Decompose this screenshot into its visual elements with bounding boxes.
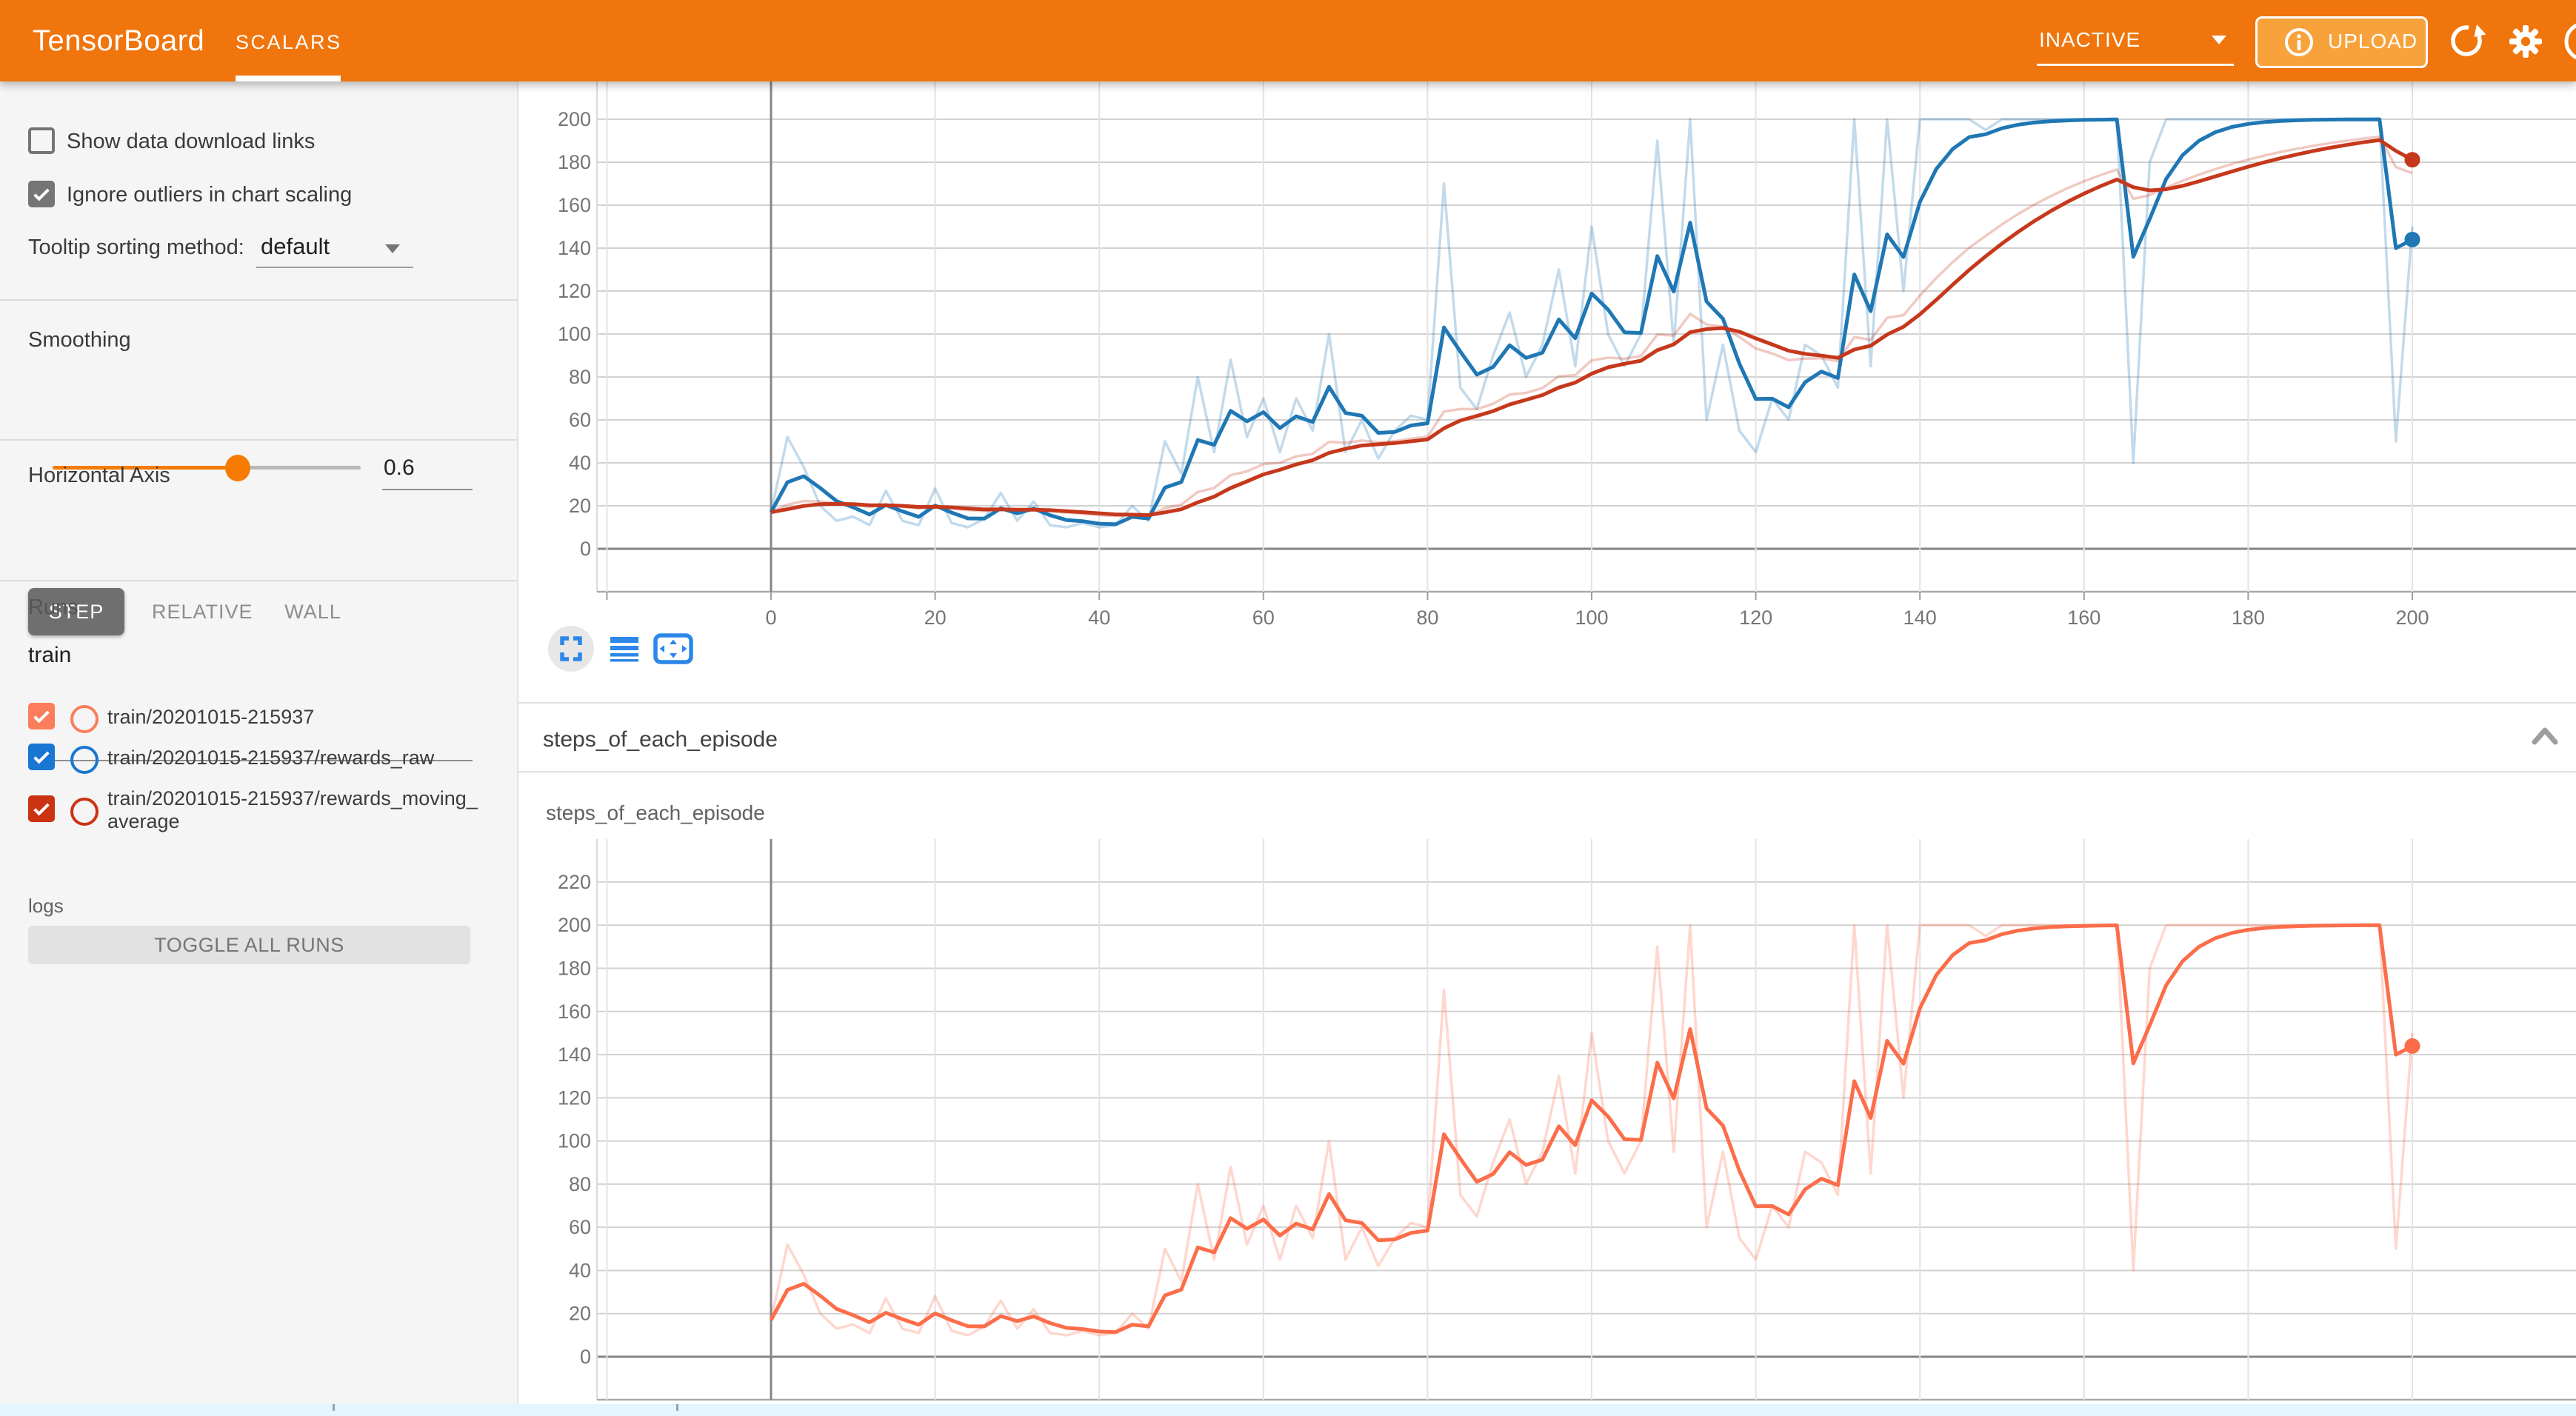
divider [0,439,517,441]
app-title: TensorBoard [33,0,204,81]
svg-text:120: 120 [558,280,591,302]
svg-text:220: 220 [558,871,591,893]
tooltip-sorting-select[interactable]: default [261,233,330,260]
select-underline [256,267,413,268]
svg-text:140: 140 [558,1043,591,1066]
svg-text:20: 20 [569,495,591,517]
refresh-icon[interactable] [2447,21,2486,60]
svg-text:40: 40 [569,1259,591,1281]
divider [0,299,517,301]
run-radio[interactable] [70,746,99,774]
upload-button-label: UPLOAD [2328,30,2417,53]
tooltip-sorting-label: Tooltip sorting method: [28,236,244,260]
divider [0,580,517,581]
svg-text:20: 20 [924,607,947,628]
svg-text:160: 160 [558,1001,591,1023]
svg-text:180: 180 [2232,607,2265,628]
show-download-links-label: Show data download links [67,130,315,154]
horizontal-axis-label: Horizontal Axis [28,464,170,488]
svg-text:200: 200 [558,108,591,130]
svg-text:60: 60 [1252,607,1275,628]
svg-text:120: 120 [1739,607,1772,628]
app-header: TensorBoard SCALARS INACTIVE UPLOAD [0,0,2576,81]
svg-text:40: 40 [569,452,591,474]
svg-text:140: 140 [1903,607,1937,628]
chart-card-title: steps_of_each_episode [546,801,765,825]
run-label: train/20201015-215937/rewards_moving_ave… [107,787,481,833]
svg-text:180: 180 [558,957,591,979]
smoothing-value-underline [382,489,473,490]
checkmark-icon [30,704,53,728]
checkmark-icon [30,182,53,206]
scalar-chart-rewards[interactable]: 0 20 40 60 80 100 120 140 160 180 200 0 20 40 60 80 100 1… [518,81,2576,628]
toggle-all-runs-button[interactable]: TOGGLE ALL RUNS [28,926,470,964]
svg-text:160: 160 [2067,607,2100,628]
settings-icon[interactable] [2507,23,2544,60]
checkmark-icon [30,745,53,769]
axis-option-relative[interactable]: RELATIVE [152,588,241,635]
runs-label: Runs [28,595,79,620]
tab-scalars[interactable]: SCALARS [236,0,341,81]
run-label: train/20201015-215937 [107,706,481,729]
tag-section-header[interactable]: steps_of_each_episode [518,702,2576,772]
svg-text:100: 100 [558,1130,591,1152]
help-icon[interactable] [2559,19,2576,64]
svg-text:0: 0 [765,607,776,628]
run-checkbox[interactable] [28,703,55,729]
svg-text:40: 40 [1088,607,1110,628]
run-radio[interactable] [70,705,99,733]
svg-text:0: 0 [580,538,591,560]
scalar-chart-steps-of-each-episode[interactable]: 0 20 40 60 80 100 120 140 160 180 200 220 [518,833,2576,1416]
status-dropdown-value: INACTIVE [2039,28,2140,52]
run-radio[interactable] [70,798,99,826]
runs-filter-input[interactable]: train [28,643,71,668]
upload-button[interactable]: UPLOAD [2255,16,2428,68]
svg-text:80: 80 [1416,607,1438,628]
checkmark-icon [30,797,53,821]
svg-text:140: 140 [558,237,591,259]
chevron-down-icon [2212,36,2226,44]
settings-sidebar: Show data download links Ignore outliers… [0,81,518,1404]
dropdown-underline [2037,64,2234,66]
svg-text:100: 100 [558,323,591,345]
svg-text:100: 100 [1575,607,1608,628]
log-scale-icon[interactable] [610,637,638,662]
ignore-outliers-checkbox[interactable] [28,181,55,207]
bottom-strip-tick [333,1404,335,1411]
chart-toolbar [547,624,702,673]
run-checkbox[interactable] [28,795,55,822]
runs-footer-label: logs [28,895,64,918]
svg-text:120: 120 [558,1086,591,1109]
fit-domain-icon[interactable] [655,635,691,662]
expand-chart-icon[interactable] [548,626,594,672]
svg-text:0: 0 [580,1346,591,1368]
chevron-down-icon [385,244,400,253]
svg-text:60: 60 [569,1216,591,1238]
show-download-links-checkbox[interactable] [28,127,55,154]
svg-text:80: 80 [569,366,591,388]
svg-text:80: 80 [569,1173,591,1195]
section-title: steps_of_each_episode [543,727,778,752]
svg-text:60: 60 [569,409,591,431]
svg-text:200: 200 [558,914,591,936]
smoothing-label: Smoothing [28,328,131,353]
run-checkbox[interactable] [28,744,55,770]
active-tab-indicator [236,76,341,81]
svg-text:180: 180 [558,151,591,173]
run-label: train/20201015-215937/rewards_raw [107,747,481,769]
smoothing-slider-thumb[interactable] [225,455,250,481]
ignore-outliers-label: Ignore outliers in chart scaling [67,183,352,207]
axis-option-wall[interactable]: WALL [278,588,348,635]
smoothing-value[interactable]: 0.6 [384,455,415,481]
svg-text:20: 20 [569,1303,591,1325]
svg-text:200: 200 [2395,607,2429,628]
collapse-chevron-icon[interactable] [2530,724,2560,747]
info-icon [2283,26,2315,59]
svg-text:160: 160 [558,194,591,216]
